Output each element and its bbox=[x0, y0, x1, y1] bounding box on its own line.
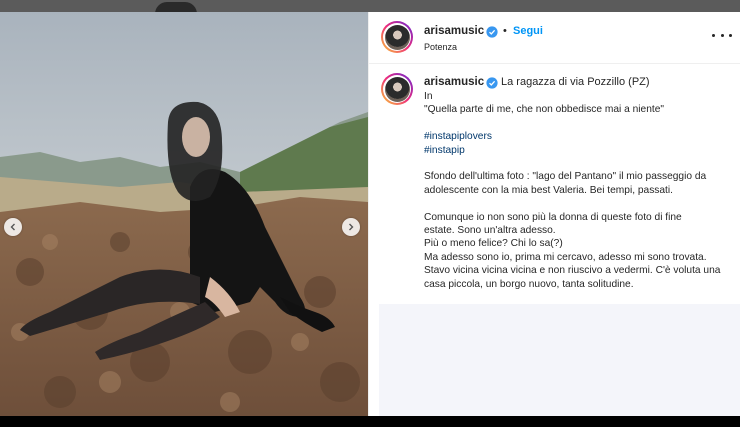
post-header: arisamusic • Segui Potenza bbox=[369, 12, 740, 64]
backdrop bbox=[0, 0, 740, 12]
caption-line: casa piccola, un borgo nuovo, tanta soli… bbox=[424, 278, 634, 290]
carousel-next-button[interactable] bbox=[342, 218, 360, 236]
separator-dot: • bbox=[503, 25, 507, 37]
more-options-icon[interactable] bbox=[712, 28, 732, 42]
username-link[interactable]: arisamusic bbox=[424, 25, 484, 37]
avatar[interactable] bbox=[381, 21, 413, 53]
caption-line: Sfondo dell'ultima foto : "lago del Pant… bbox=[424, 171, 707, 183]
verified-badge-icon bbox=[486, 77, 498, 89]
profile-picture bbox=[384, 24, 410, 50]
chevron-left-icon bbox=[10, 223, 15, 231]
caption-gap bbox=[424, 117, 734, 130]
location-link[interactable]: Potenza bbox=[424, 42, 457, 52]
caption-line: estate. Sono un'altra adesso. bbox=[424, 225, 556, 237]
caption-section: arisamusic La ragazza di via Pozzillo (P… bbox=[369, 65, 740, 303]
comments-placeholder bbox=[379, 304, 740, 416]
hashtag-link[interactable]: #instapiplovers bbox=[424, 130, 734, 143]
profile-picture bbox=[384, 76, 410, 102]
caption-username-link[interactable]: arisamusic bbox=[424, 76, 484, 88]
caption-line: Comunque io non sono più la donna di que… bbox=[424, 211, 682, 223]
caption-title: La ragazza di via Pozzillo (PZ) bbox=[501, 76, 650, 88]
photo-scene bbox=[0, 12, 368, 416]
caption-line: "Quella parte di me, che non obbedisce m… bbox=[424, 104, 664, 116]
caption-avatar[interactable] bbox=[381, 73, 413, 105]
caption-gap bbox=[424, 157, 734, 170]
follow-button[interactable]: Segui bbox=[513, 25, 543, 37]
post-side-panel: arisamusic • Segui Potenza arisamusic La… bbox=[368, 12, 740, 416]
caption-line: Più o meno felice? Chi lo sa(?) bbox=[424, 238, 563, 250]
caption-line: adolescente con la mia best Valeria. Bei… bbox=[424, 184, 673, 196]
caption-gap bbox=[424, 197, 734, 210]
carousel-prev-button[interactable] bbox=[4, 218, 22, 236]
hashtag-link[interactable]: #instapip bbox=[424, 144, 734, 157]
caption-line: Ma adesso sono io, prima mi cercavo, ade… bbox=[424, 251, 707, 263]
verified-badge-icon bbox=[486, 26, 498, 38]
post-photo[interactable] bbox=[0, 12, 368, 416]
caption-line: In bbox=[424, 91, 433, 102]
caption-line: Stavo vicina vicina vicina e non riusciv… bbox=[424, 265, 721, 277]
chevron-right-icon bbox=[349, 223, 354, 231]
caption-text: In "Quella parte di me, che non obbedisc… bbox=[424, 90, 734, 291]
